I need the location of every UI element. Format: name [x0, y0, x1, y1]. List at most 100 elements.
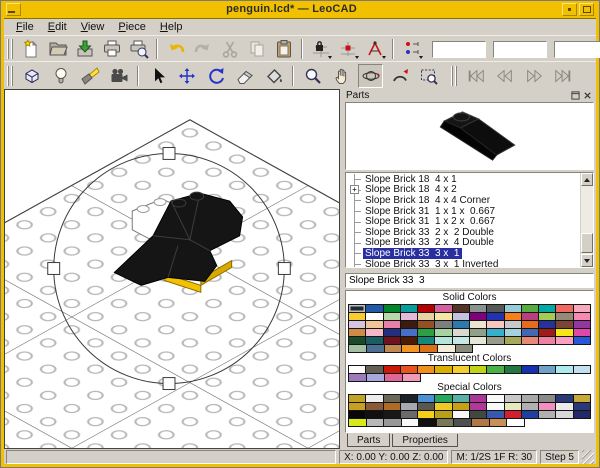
color-swatch[interactable]	[471, 418, 490, 427]
tree-item-label: Slope Brick 33 3 x 1	[363, 247, 462, 259]
transform-button[interactable]	[399, 37, 424, 61]
expand-icon[interactable]: +	[350, 185, 359, 195]
tree-item[interactable]: Slope Brick 33 3 x 1	[346, 247, 580, 259]
new-document-button[interactable]	[18, 37, 43, 61]
color-swatch[interactable]	[383, 344, 403, 353]
tree-item[interactable]: Slope Brick 31 1 x 2 x 0.667	[346, 216, 580, 227]
title-bar[interactable]: penguin.lcd* — LeoCAD	[4, 1, 596, 18]
scrollbar-trough[interactable]	[581, 186, 593, 254]
tree-item[interactable]: Slope Brick 18 4 x 1	[346, 174, 580, 185]
brick-button[interactable]	[19, 64, 44, 88]
first-step-button[interactable]	[463, 64, 488, 88]
paint-button[interactable]	[261, 64, 286, 88]
color-swatch[interactable]	[435, 418, 455, 427]
save-button[interactable]	[72, 37, 97, 61]
menu-help[interactable]: Help	[154, 20, 189, 34]
toolbar-handle[interactable]	[451, 65, 458, 86]
rotate-button[interactable]	[203, 64, 228, 88]
print-preview-button[interactable]	[126, 37, 151, 61]
toolbar-field-3[interactable]	[554, 41, 600, 58]
pan-button[interactable]	[329, 64, 354, 88]
roll-button[interactable]	[387, 64, 412, 88]
color-swatch[interactable]	[384, 373, 403, 382]
menu-piece[interactable]: Piece	[112, 20, 152, 34]
color-swatch[interactable]	[506, 418, 525, 427]
rotate-view-button[interactable]	[358, 63, 383, 88]
snap-angle-button[interactable]	[335, 37, 360, 61]
parts-list-scrollbar[interactable]	[580, 173, 593, 267]
menu-file[interactable]: File	[10, 20, 40, 34]
color-swatch[interactable]	[365, 344, 385, 353]
resize-grip[interactable]	[582, 450, 594, 464]
move-button[interactable]	[174, 64, 199, 88]
rotation-handle-left[interactable]	[47, 262, 61, 275]
tab-properties[interactable]: Properties	[392, 434, 458, 447]
part-preview[interactable]	[345, 102, 594, 170]
scroll-up-button[interactable]	[581, 173, 593, 186]
tree-item-label: Slope Brick 18 4 x 4 Corner	[365, 194, 491, 206]
tree-item[interactable]: Slope Brick 33 2 x 4 Double	[346, 237, 580, 248]
window-menu-button[interactable]	[6, 2, 21, 16]
palette-section-title: Solid Colors	[442, 292, 497, 303]
close-panel-button[interactable]	[581, 90, 593, 102]
tree-item[interactable]: Slope Brick 31 1 x 1 x 0.667	[346, 206, 580, 217]
color-swatch[interactable]	[418, 418, 437, 427]
color-swatch[interactable]	[348, 418, 367, 427]
undo-button[interactable]	[163, 37, 188, 61]
toolbar-handle[interactable]	[7, 38, 14, 59]
rotation-handle-bottom[interactable]	[162, 377, 176, 390]
next-step-button[interactable]	[521, 64, 546, 88]
eraser-button[interactable]	[232, 64, 257, 88]
last-step-button[interactable]	[550, 64, 575, 88]
rotation-handle-right[interactable]	[277, 262, 291, 275]
minimize-icon	[568, 7, 571, 11]
prev-step-button[interactable]	[492, 64, 517, 88]
axes-button[interactable]	[362, 37, 387, 61]
color-swatch[interactable]	[453, 418, 473, 427]
tree-item[interactable]: Slope Brick 18 4 x 4 Corner	[346, 195, 580, 206]
color-swatch[interactable]	[488, 418, 508, 427]
parts-tree[interactable]: Slope Brick 18 4 x 1 + Slope Brick 18 4 x …	[346, 173, 580, 267]
tree-item[interactable]: + Slope Brick 18 4 x 2	[346, 184, 580, 195]
tab-parts[interactable]: Parts	[347, 433, 391, 447]
color-swatch[interactable]	[348, 344, 367, 353]
rotation-handle-top[interactable]	[162, 147, 176, 160]
scroll-down-button[interactable]	[581, 254, 593, 267]
spotlight-button[interactable]	[77, 64, 102, 88]
color-swatch[interactable]	[366, 373, 385, 382]
zoom-button[interactable]	[300, 64, 325, 88]
color-swatch[interactable]	[365, 418, 385, 427]
toolbar-handle[interactable]	[7, 65, 14, 86]
viewport-3d[interactable]	[4, 89, 340, 449]
color-swatch[interactable]	[436, 344, 456, 353]
print-button[interactable]	[99, 37, 124, 61]
camera-button[interactable]	[106, 64, 131, 88]
color-swatch[interactable]	[348, 373, 367, 382]
color-swatch[interactable]	[454, 344, 474, 353]
paste-button[interactable]	[271, 37, 296, 61]
scrollbar-thumb[interactable]	[581, 233, 593, 253]
tree-item[interactable]: Slope Brick 33 2 x 2 Double	[346, 227, 580, 238]
menu-edit[interactable]: Edit	[42, 20, 73, 34]
color-swatch[interactable]	[402, 373, 421, 382]
maximize-icon	[582, 5, 591, 13]
color-swatch[interactable]	[401, 344, 421, 353]
float-panel-button[interactable]	[569, 90, 581, 102]
color-swatch[interactable]	[400, 418, 420, 427]
zoom-region-button[interactable]	[416, 64, 441, 88]
parts-panel-caption[interactable]: Parts	[344, 89, 595, 102]
tree-item[interactable]: Slope Brick 33 3 x 1 Inverted	[346, 259, 580, 267]
menu-view[interactable]: View	[75, 20, 111, 34]
select-button[interactable]	[145, 64, 170, 88]
color-swatch[interactable]	[419, 344, 438, 353]
color-swatch[interactable]	[383, 418, 402, 427]
open-folder-button[interactable]	[45, 37, 70, 61]
minimize-button[interactable]	[562, 2, 577, 16]
maximize-button[interactable]	[579, 2, 594, 16]
snap-move-button[interactable]	[308, 37, 333, 61]
toolbar-field-2[interactable]	[493, 41, 547, 58]
window-title: penguin.lcd* — LeoCAD	[226, 3, 357, 15]
part-filter-input[interactable]	[345, 273, 594, 288]
light-button[interactable]	[48, 64, 73, 88]
toolbar-field-1[interactable]	[432, 41, 486, 58]
